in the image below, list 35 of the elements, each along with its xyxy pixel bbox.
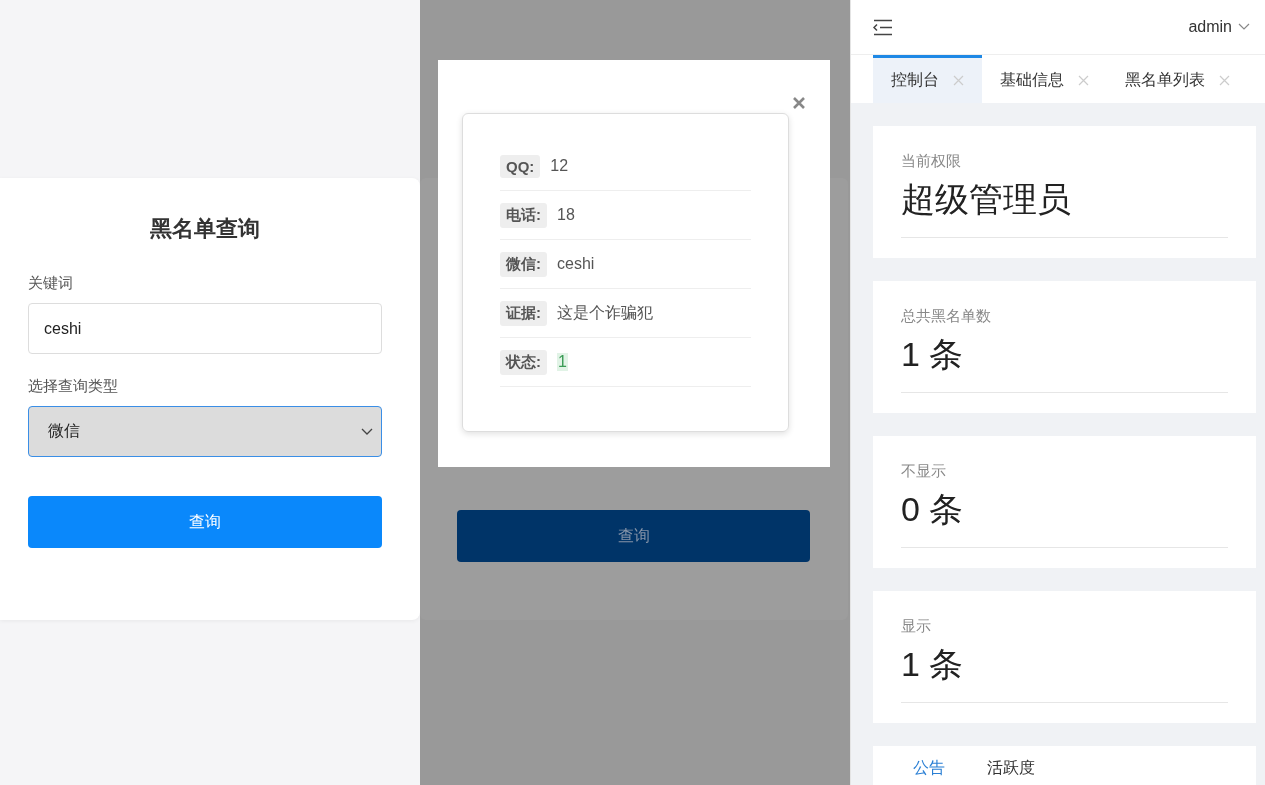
page-tab[interactable]: 黑名单列表 bbox=[1107, 55, 1248, 103]
close-icon[interactable] bbox=[792, 96, 806, 110]
panel-tab[interactable]: 公告 bbox=[913, 758, 945, 785]
field-label: 电话: bbox=[500, 202, 547, 228]
type-select[interactable]: 微信 bbox=[28, 406, 382, 457]
field-label: 微信: bbox=[500, 251, 547, 277]
stat-value: 超级管理员 bbox=[901, 179, 1072, 220]
stat-label: 总共黑名单数 bbox=[901, 307, 992, 326]
type-label: 选择查询类型 bbox=[28, 377, 119, 396]
field-label: 状态: bbox=[500, 349, 547, 375]
stat-value: 1 条 bbox=[901, 334, 965, 375]
page-tab[interactable]: 基础信息 bbox=[982, 55, 1107, 103]
stat-value: 0 条 bbox=[901, 489, 965, 530]
user-name[interactable]: admin bbox=[1188, 18, 1232, 36]
query-button[interactable]: 查询 bbox=[457, 510, 810, 562]
page-tab[interactable]: 控制台 bbox=[873, 55, 982, 103]
field-value: 18 bbox=[557, 206, 575, 224]
field-label: 证据: bbox=[500, 300, 547, 326]
stat-label: 不显示 bbox=[901, 462, 947, 481]
panel-tab[interactable]: 活跃度 bbox=[987, 758, 1035, 785]
field-value: 这是个诈骗犯 bbox=[557, 302, 653, 323]
field-value: ceshi bbox=[557, 255, 595, 273]
query-button[interactable]: 查询 bbox=[28, 496, 382, 548]
keyword-label: 关键词 bbox=[28, 274, 74, 293]
stat-label: 显示 bbox=[901, 617, 932, 636]
menu-icon[interactable] bbox=[873, 18, 893, 36]
form-title: 黑名单查询 bbox=[149, 215, 261, 243]
status-tag: 1 bbox=[557, 353, 568, 371]
chevron-icon bbox=[361, 427, 373, 436]
field-label: QQ: bbox=[500, 154, 541, 178]
stat-value: 1 条 bbox=[901, 644, 965, 685]
field-value: 12 bbox=[550, 157, 569, 175]
chevron-icon[interactable] bbox=[1238, 23, 1250, 31]
stat-label: 当前权限 bbox=[901, 152, 962, 171]
keyword-input[interactable]: ceshi bbox=[28, 303, 382, 354]
